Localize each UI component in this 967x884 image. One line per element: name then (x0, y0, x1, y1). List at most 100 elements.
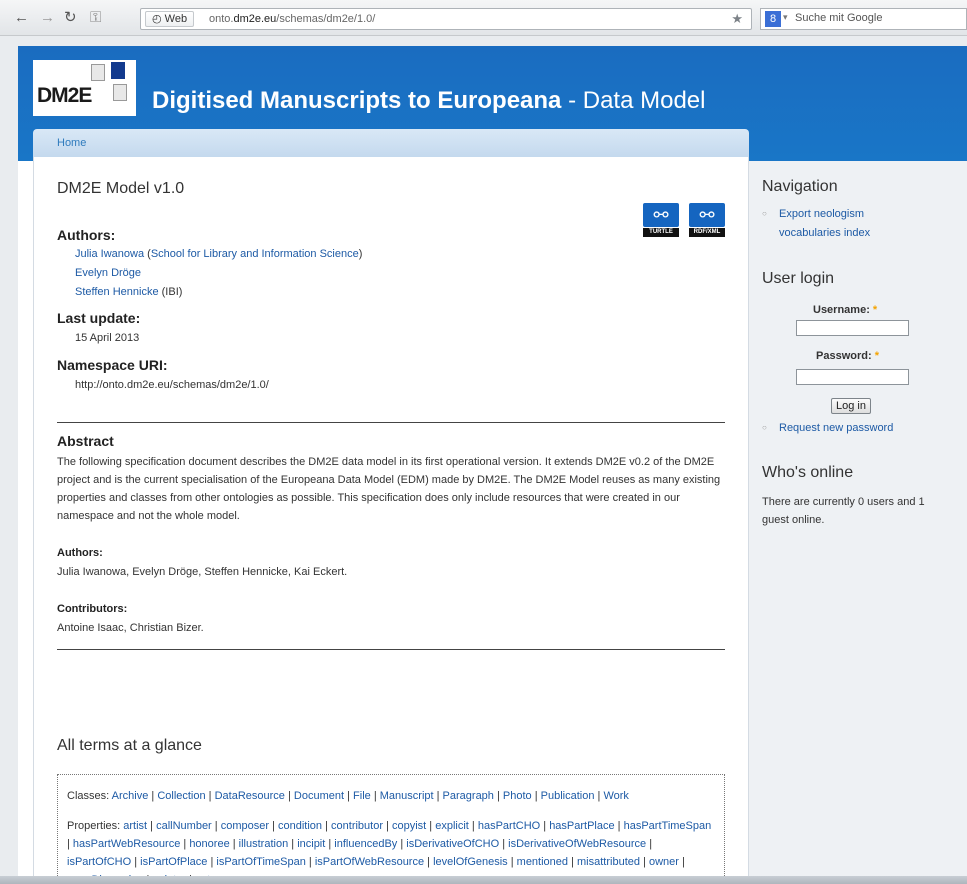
property-link[interactable]: hasPartCHO (478, 820, 540, 832)
class-link[interactable]: Manuscript (380, 790, 434, 802)
classes-label: Classes: (67, 790, 110, 802)
url-path: /schemas/dm2e/1.0/ (276, 13, 376, 25)
property-link[interactable]: callNumber (156, 820, 212, 832)
breadcrumb-home-link[interactable]: Home (57, 137, 86, 149)
class-link[interactable]: Work (603, 790, 628, 802)
status-bar (0, 876, 967, 884)
web-chip[interactable]: ◴ Web (145, 11, 195, 27)
property-link[interactable]: isDerivativeOfCHO (406, 838, 499, 850)
logo-text: DM2E (37, 84, 92, 107)
navigation-heading: Navigation (762, 178, 838, 195)
property-link[interactable]: hasPartPlace (549, 820, 614, 832)
site-title-bold: Digitised Manuscripts to Europeana (152, 87, 562, 114)
abstract-text: The following specification document des… (57, 456, 721, 522)
search-engine-icon[interactable]: 8 (765, 11, 781, 27)
property-link[interactable]: illustration (239, 838, 289, 850)
property-link[interactable]: composer (221, 820, 269, 832)
property-link[interactable]: isPartOfPlace (140, 856, 207, 868)
separator: | (646, 838, 653, 850)
forward-arrow-icon[interactable]: → (40, 9, 55, 27)
abstract-heading: Abstract (57, 433, 114, 449)
class-link[interactable]: Document (294, 790, 344, 802)
class-link[interactable]: Photo (503, 790, 532, 802)
search-box[interactable]: 8 ▾ Suche mit Google (760, 8, 967, 30)
separator: | (493, 790, 503, 802)
property-link[interactable]: explicit (435, 820, 469, 832)
authors-heading: Authors: (57, 227, 116, 243)
class-link[interactable]: Paragraph (443, 790, 494, 802)
key-icon[interactable]: ⚿ (90, 9, 101, 27)
user-login-heading: User login (762, 270, 835, 287)
property-link[interactable]: owner (649, 856, 679, 868)
bookmark-star-icon[interactable]: ★ (731, 11, 743, 27)
terms-box: Classes: Archive | Collection | DataReso… (57, 774, 725, 884)
last-update-value: 15 April 2013 (75, 332, 140, 344)
separator: | (148, 790, 158, 802)
property-link[interactable]: isPartOfCHO (67, 856, 131, 868)
property-link[interactable]: copyist (392, 820, 426, 832)
network-icon: ⚯ (689, 203, 725, 227)
username-input[interactable] (796, 320, 909, 336)
property-link[interactable]: hasPartTimeSpan (624, 820, 712, 832)
separator: | (131, 856, 141, 868)
property-link[interactable]: contributor (331, 820, 383, 832)
separator: | (678, 856, 685, 868)
author-link[interactable]: Steffen Hennicke (75, 286, 159, 298)
dropdown-arrow-icon[interactable]: ▾ (783, 12, 788, 23)
property-link[interactable]: isPartOfTimeSpan (216, 856, 305, 868)
reload-icon[interactable]: ↻ (64, 9, 77, 27)
breadcrumb: Home (33, 129, 749, 157)
separator: | (397, 838, 407, 850)
separator: | (614, 820, 624, 832)
separator: | (433, 790, 443, 802)
rdfxml-download-icon[interactable]: ⚯ RDF/XML (689, 203, 725, 237)
login-button[interactable]: Log in (831, 398, 871, 414)
contributors-text: Antoine Isaac, Christian Bizer. (57, 622, 204, 634)
property-link[interactable]: mentioned (517, 856, 568, 868)
turtle-label: TURTLE (643, 228, 679, 237)
turtle-download-icon[interactable]: ⚯ TURTLE (643, 203, 679, 237)
property-link[interactable]: hasPartWebResource (73, 838, 180, 850)
property-link[interactable]: isPartOfWebResource (315, 856, 424, 868)
password-label-text: Password: (816, 350, 872, 362)
page-title: DM2E Model v1.0 (57, 180, 185, 197)
author-link[interactable]: Julia Iwanowa (75, 248, 144, 260)
site-logo[interactable]: DM2E (33, 60, 136, 116)
property-link[interactable]: incipit (297, 838, 325, 850)
property-link[interactable]: misattributed (577, 856, 640, 868)
author-affiliation: (IBI) (161, 286, 183, 298)
property-link[interactable]: influencedBy (334, 838, 397, 850)
class-link[interactable]: Archive (112, 790, 149, 802)
url-text: onto.dm2e.eu/schemas/dm2e/1.0/ (209, 12, 375, 26)
password-input[interactable] (796, 369, 909, 385)
back-arrow-icon[interactable]: ← (14, 9, 29, 27)
separator: | (288, 838, 298, 850)
site-title[interactable]: Digitised Manuscripts to Europeana - Dat… (152, 87, 705, 115)
separator: | (468, 820, 478, 832)
whos-online-heading: Who's online (762, 464, 854, 481)
address-bar[interactable]: ◴ Web onto.dm2e.eu/schemas/dm2e/1.0/ ★ (140, 8, 752, 30)
class-link[interactable]: DataResource (215, 790, 285, 802)
class-link[interactable]: File (353, 790, 371, 802)
property-link[interactable]: honoree (189, 838, 229, 850)
property-link[interactable]: condition (278, 820, 322, 832)
search-placeholder: Suche mit Google (795, 12, 883, 24)
web-chip-label: Web (164, 13, 188, 25)
property-link[interactable]: levelOfGenesis (433, 856, 508, 868)
rdfxml-label: RDF/XML (689, 228, 725, 237)
property-link[interactable]: artist (123, 820, 147, 832)
author-link[interactable]: Evelyn Dröge (75, 267, 141, 279)
url-prefix: onto. (209, 13, 234, 25)
class-link[interactable]: Publication (541, 790, 595, 802)
bullet-icon: ○ (762, 423, 767, 432)
property-link[interactable]: isDerivativeOfWebResource (508, 838, 646, 850)
logo-flag-icon (111, 62, 125, 79)
separator: | (499, 838, 509, 850)
separator: | (269, 820, 278, 832)
request-password-link[interactable]: Request new password (779, 419, 893, 438)
class-link[interactable]: Collection (157, 790, 205, 802)
web-page: DM2E Digitised Manuscripts to Europeana … (18, 46, 967, 884)
affiliation-link[interactable]: School for Library and Information Scien… (151, 248, 359, 260)
contributors-heading: Contributors: (57, 603, 128, 615)
export-vocabularies-link[interactable]: Export neologism vocabularies index (779, 205, 919, 243)
